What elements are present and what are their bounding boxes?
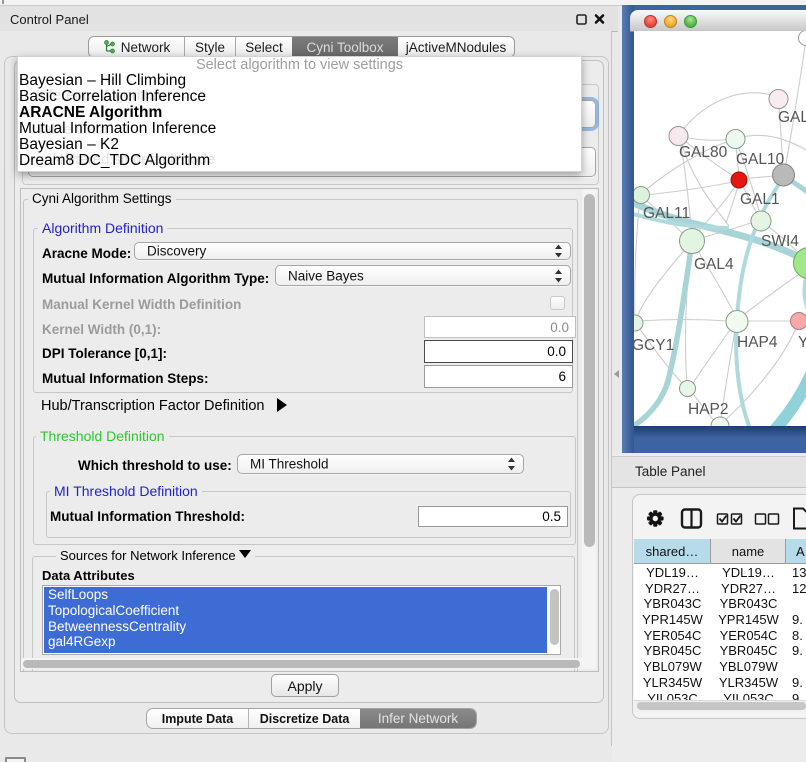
svg-text:GAL11: GAL11 [643, 205, 690, 222]
svg-text:GAL7: GAL7 [778, 109, 806, 126]
svg-text:GAL80: GAL80 [679, 144, 728, 161]
svg-text:Y: Y [798, 334, 806, 351]
svg-text:GAL10: GAL10 [736, 151, 785, 168]
svg-text:HAP4: HAP4 [737, 334, 778, 351]
svg-text:SWI4: SWI4 [761, 233, 799, 250]
svg-text:GAL4: GAL4 [694, 256, 734, 273]
svg-text:GCY1: GCY1 [634, 337, 674, 354]
svg-text:GAL1: GAL1 [740, 191, 780, 208]
svg-text:HAP2: HAP2 [688, 401, 729, 418]
